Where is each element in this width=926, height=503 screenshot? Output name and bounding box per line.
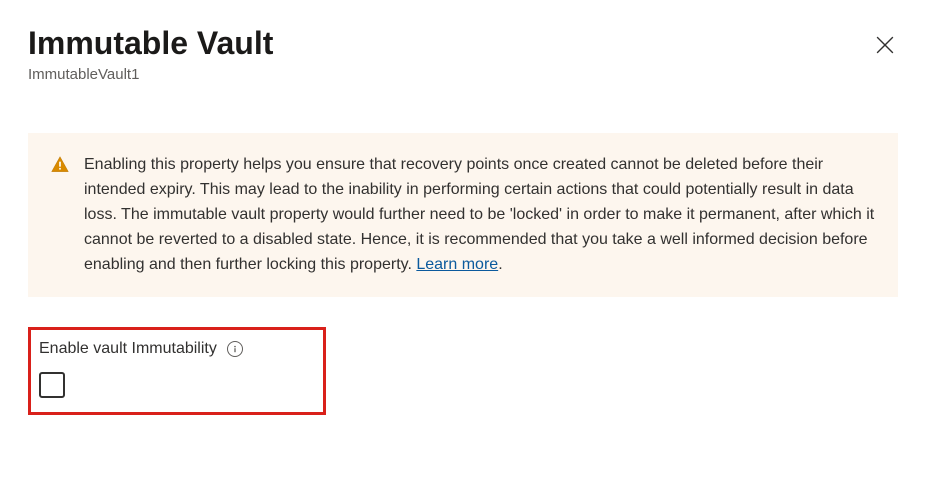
header-text-block: Immutable Vault ImmutableVault1 bbox=[28, 24, 273, 83]
close-button[interactable] bbox=[872, 32, 898, 61]
warning-text: Enabling this property helps you ensure … bbox=[84, 153, 876, 277]
warning-banner: Enabling this property helps you ensure … bbox=[28, 133, 898, 297]
enable-immutability-section: Enable vault Immutability bbox=[28, 327, 326, 415]
warning-icon bbox=[50, 155, 70, 277]
page-title: Immutable Vault bbox=[28, 24, 273, 62]
close-icon bbox=[876, 36, 894, 57]
page-subtitle: ImmutableVault1 bbox=[28, 66, 273, 83]
enable-immutability-checkbox[interactable] bbox=[39, 372, 65, 398]
info-icon[interactable] bbox=[227, 341, 243, 357]
enable-immutability-label: Enable vault Immutability bbox=[39, 340, 217, 358]
learn-more-link[interactable]: Learn more bbox=[416, 256, 498, 273]
control-label-row: Enable vault Immutability bbox=[39, 340, 315, 358]
page-header: Immutable Vault ImmutableVault1 bbox=[28, 24, 898, 83]
